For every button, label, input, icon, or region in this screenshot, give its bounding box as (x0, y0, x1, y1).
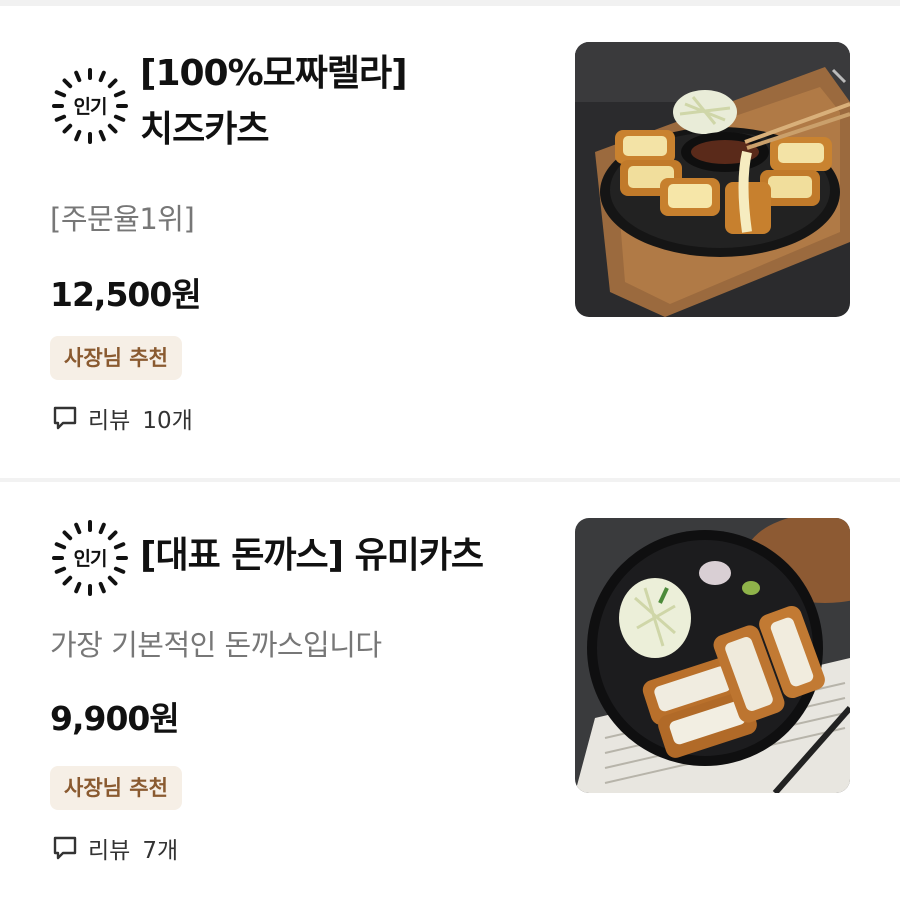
badge-label: 인기 (73, 548, 108, 570)
popular-badge: 인기 (50, 518, 130, 598)
pork-cutlet-image (575, 518, 850, 793)
review-link[interactable]: 리뷰 7개 (52, 832, 178, 864)
pork-cutlet-photo[interactable] (575, 518, 850, 793)
item-title: [100%모짜렐라] 치즈카츠 (140, 46, 550, 158)
badge-label: 인기 (73, 96, 108, 118)
item-price: 9,900원 (50, 699, 180, 738)
item-title-line2: 치즈카츠 (140, 109, 269, 150)
review-count: 10개 (142, 408, 193, 434)
review-link[interactable]: 리뷰 10개 (52, 402, 193, 434)
menu-item-cheese-katsu[interactable]: 인기 [100%모짜렐라] 치즈카츠 [주문율1위] 12,500원 사장님 추… (0, 6, 900, 478)
popular-badge: 인기 (50, 66, 130, 146)
cheese-katsu-photo[interactable] (575, 42, 850, 317)
speech-bubble-icon (53, 836, 77, 860)
cheese-katsu-image (575, 42, 850, 317)
item-price: 12,500원 (50, 275, 202, 314)
owner-recommend-tag: 사장님 추천 (50, 766, 182, 810)
item-title-line1: [대표 돈까스] 유미카츠 (140, 535, 484, 576)
review-count: 7개 (142, 838, 179, 864)
review-label: 리뷰 (88, 838, 131, 864)
item-subtitle: 가장 기본적인 돈까스입니다 (50, 628, 382, 662)
item-subtitle: [주문율1위] (50, 202, 195, 236)
review-label: 리뷰 (88, 408, 131, 434)
owner-recommend-tag: 사장님 추천 (50, 336, 182, 380)
menu-item-yumi-katsu[interactable]: 인기 [대표 돈까스] 유미카츠 가장 기본적인 돈까스입니다 9,900원 사… (0, 482, 900, 903)
speech-bubble-icon (53, 406, 77, 430)
item-title: [대표 돈까스] 유미카츠 (140, 528, 550, 584)
item-title-line1: [100%모짜렐라] (140, 53, 408, 94)
